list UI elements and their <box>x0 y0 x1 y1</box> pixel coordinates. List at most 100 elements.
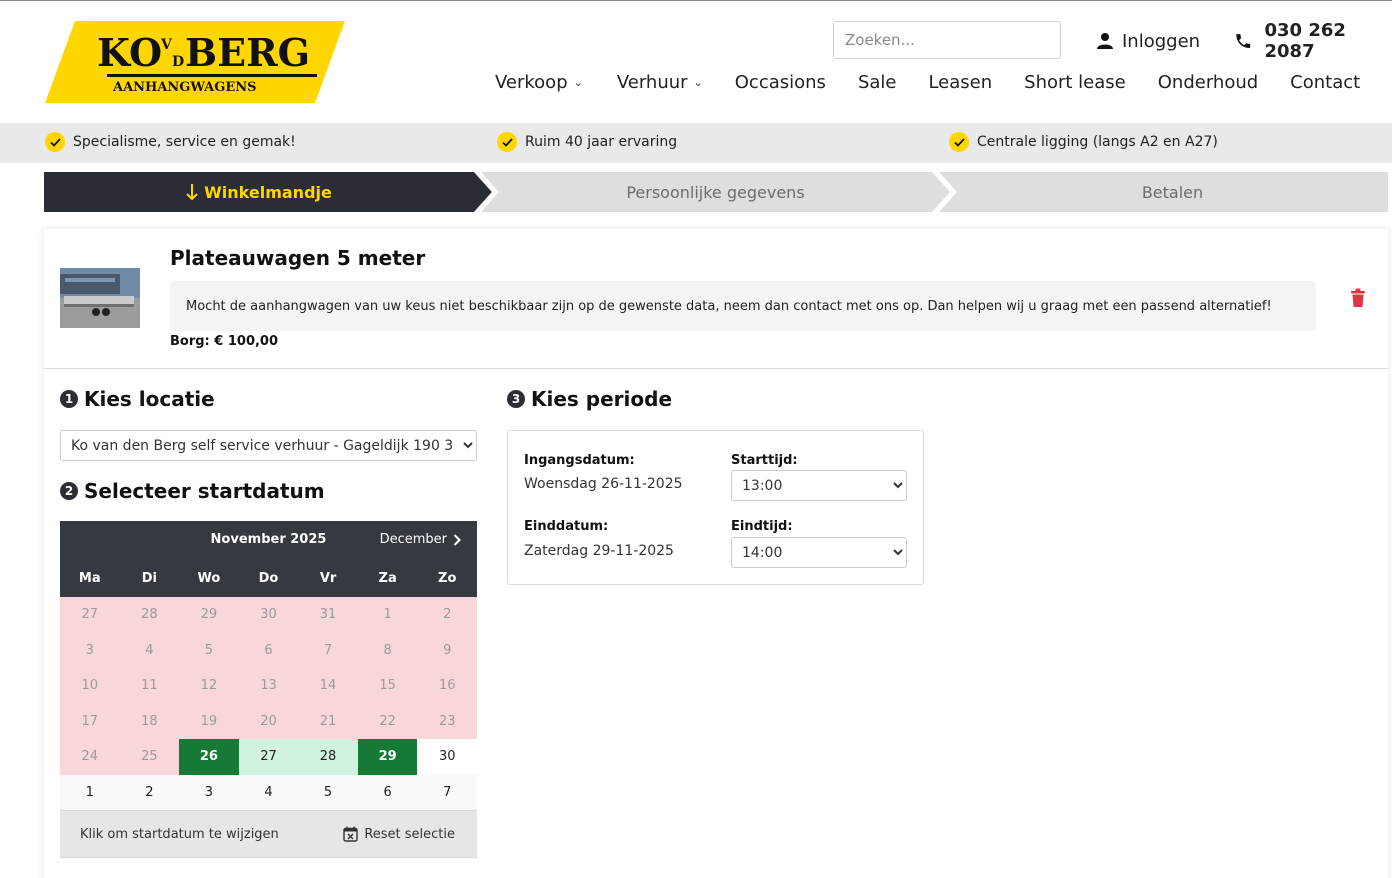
start-date-label: Ingangsdatum: <box>524 453 635 468</box>
svg-text:V: V <box>160 37 173 53</box>
calendar-day: 2 <box>417 597 477 633</box>
calendar-day: 29 <box>179 597 239 633</box>
calendar-header: November 2025 December <box>60 521 477 559</box>
trash-icon[interactable] <box>1350 288 1366 308</box>
step-label: Betalen <box>1141 182 1204 202</box>
end-time-select[interactable]: 14:00 <box>731 537 907 568</box>
nav-item-verkoop[interactable]: Verkoop ⌄ <box>495 72 583 93</box>
calendar-day: 16 <box>417 668 477 704</box>
product-title: Plateauwagen 5 meter <box>170 246 426 270</box>
calendar-day: 14 <box>298 668 358 704</box>
calendar-day: 28 <box>119 597 180 633</box>
calendar-day: 3 <box>60 632 120 668</box>
login-link[interactable]: Inloggen <box>1096 30 1200 52</box>
nav-item-verhuur[interactable]: Verhuur ⌄ <box>617 72 703 93</box>
calendar-day: 7 <box>298 632 358 668</box>
step-cart[interactable]: Winkelmandje <box>44 172 474 212</box>
nav-item-onderhoud[interactable]: Onderhoud <box>1158 72 1258 93</box>
usp-text: Specialisme, service en gemak! <box>73 134 296 150</box>
location-select[interactable]: Ko van den Berg self service verhuur - G… <box>60 430 477 461</box>
calendar-day: 5 <box>179 632 239 668</box>
calendar-next-button[interactable]: December <box>380 532 461 547</box>
calendar-day[interactable]: 6 <box>357 774 418 810</box>
nav-item-short-lease[interactable]: Short lease <box>1024 72 1126 93</box>
phone-link[interactable]: 030 262 2087 <box>1234 20 1392 62</box>
checkout-steps: Winkelmandje Persoonlijke gegevens Betal… <box>44 172 1388 212</box>
nav-item-leasen[interactable]: Leasen <box>928 72 992 93</box>
chevron-down-icon: ⌄ <box>693 75 703 89</box>
usp-item: Ruim 40 jaar ervaring <box>497 132 677 152</box>
main-nav: Verkoop ⌄ Verhuur ⌄ Occasions Sale Lease… <box>495 70 1360 94</box>
calendar-footer: Klik om startdatum te wijzigen Reset sel… <box>60 810 477 858</box>
start-time-label: Starttijd: <box>731 453 798 468</box>
nav-item-sale[interactable]: Sale <box>858 72 897 93</box>
calendar-day[interactable]: 5 <box>298 774 358 810</box>
usp-text: Centrale ligging (langs A2 en A27) <box>977 134 1218 150</box>
end-date-value: Zaterdag 29-11-2025 <box>524 543 674 559</box>
nav-label: Sale <box>857 71 897 93</box>
nav-item-contact[interactable]: Contact <box>1290 72 1360 93</box>
calendar-day: 30 <box>238 597 299 633</box>
calendar-day: 8 <box>357 632 418 668</box>
step-number-badge: 3 <box>507 390 525 408</box>
logo-brand-text: KO <box>97 30 162 75</box>
start-time-select[interactable]: 13:00 <box>731 470 907 501</box>
calendar-day: 12 <box>179 668 239 704</box>
nav-label: Verkoop <box>495 71 568 93</box>
calendar-day: 18 <box>119 703 180 739</box>
step-payment[interactable]: Betalen <box>957 172 1388 212</box>
step-number-badge: 1 <box>60 390 78 408</box>
step-personal[interactable]: Persoonlijke gegevens <box>499 172 932 212</box>
nav-item-occasions[interactable]: Occasions <box>735 72 826 93</box>
weekday-header: Za <box>378 570 397 586</box>
weekday-header: Zo <box>438 570 457 586</box>
calendar-day[interactable]: 3 <box>179 774 239 810</box>
calendar-day[interactable]: 2 <box>119 774 180 810</box>
user-icon <box>1097 33 1113 49</box>
calendar: November 2025 December Ma Di Wo Do Vr Za Zo 27… <box>60 521 477 858</box>
usp-bar: Specialisme, service en gemak! Ruim 40 j… <box>0 123 1392 163</box>
calendar-day: 11 <box>119 668 180 704</box>
check-icon <box>497 132 517 152</box>
weekday-header: Wo <box>197 570 221 586</box>
logo[interactable]: KO V D BERG AANHANGWAGENS <box>45 21 345 103</box>
reset-selection-button[interactable]: Reset selectie <box>343 826 455 842</box>
product-image[interactable] <box>60 268 140 328</box>
calendar-day: 22 <box>357 703 418 739</box>
calendar-day[interactable]: 30 <box>417 739 477 775</box>
end-date-label: Einddatum: <box>524 519 609 534</box>
calendar-day: 21 <box>298 703 358 739</box>
notice-text: Mocht de aanhangwagen van uw keus niet b… <box>186 298 1272 314</box>
section-startdate-title: 2 Selecteer startdatum <box>60 479 325 503</box>
calendar-day: 1 <box>357 597 418 633</box>
calendar-day: 31 <box>298 597 358 633</box>
nav-label: Contact <box>1290 71 1361 93</box>
start-date-value: Woensdag 26-11-2025 <box>524 476 683 492</box>
calendar-day: 4 <box>119 632 180 668</box>
calendar-day[interactable]: 1 <box>60 774 120 810</box>
weekday-header: Do <box>258 570 279 586</box>
calendar-day[interactable]: 4 <box>238 774 299 810</box>
nav-label: Occasions <box>734 71 826 93</box>
usp-text: Ruim 40 jaar ervaring <box>525 134 678 150</box>
calendar-day[interactable]: 28 <box>298 739 358 775</box>
calendar-day[interactable]: 26 <box>179 739 239 775</box>
search-input[interactable] <box>833 21 1061 59</box>
calendar-day: 27 <box>60 597 120 633</box>
deposit-amount: Borg: € 100,00 <box>170 334 279 349</box>
weekday-header: Ma <box>78 570 101 586</box>
svg-text:D: D <box>172 54 184 70</box>
divider <box>44 368 1388 369</box>
nav-label: Verhuur <box>616 71 688 93</box>
calendar-day[interactable]: 27 <box>238 739 299 775</box>
calendar-day[interactable]: 7 <box>417 774 477 810</box>
section-title-text: Selecteer startdatum <box>84 479 325 503</box>
calendar-day[interactable]: 29 <box>357 739 418 775</box>
step-label: Winkelmandje <box>204 182 332 202</box>
nav-label: Short lease <box>1024 71 1126 93</box>
calendar-day: 15 <box>357 668 418 704</box>
section-period-title: 3 Kies periode <box>507 387 672 411</box>
calendar-grid: 27 28 29 30 31 1 2 3 4 5 6 7 8 9 10 11 12 13 14 15 16 17 18 19 2… <box>60 597 477 810</box>
calendar-x-icon <box>343 826 359 842</box>
phone-number: 030 262 2087 <box>1264 20 1346 62</box>
